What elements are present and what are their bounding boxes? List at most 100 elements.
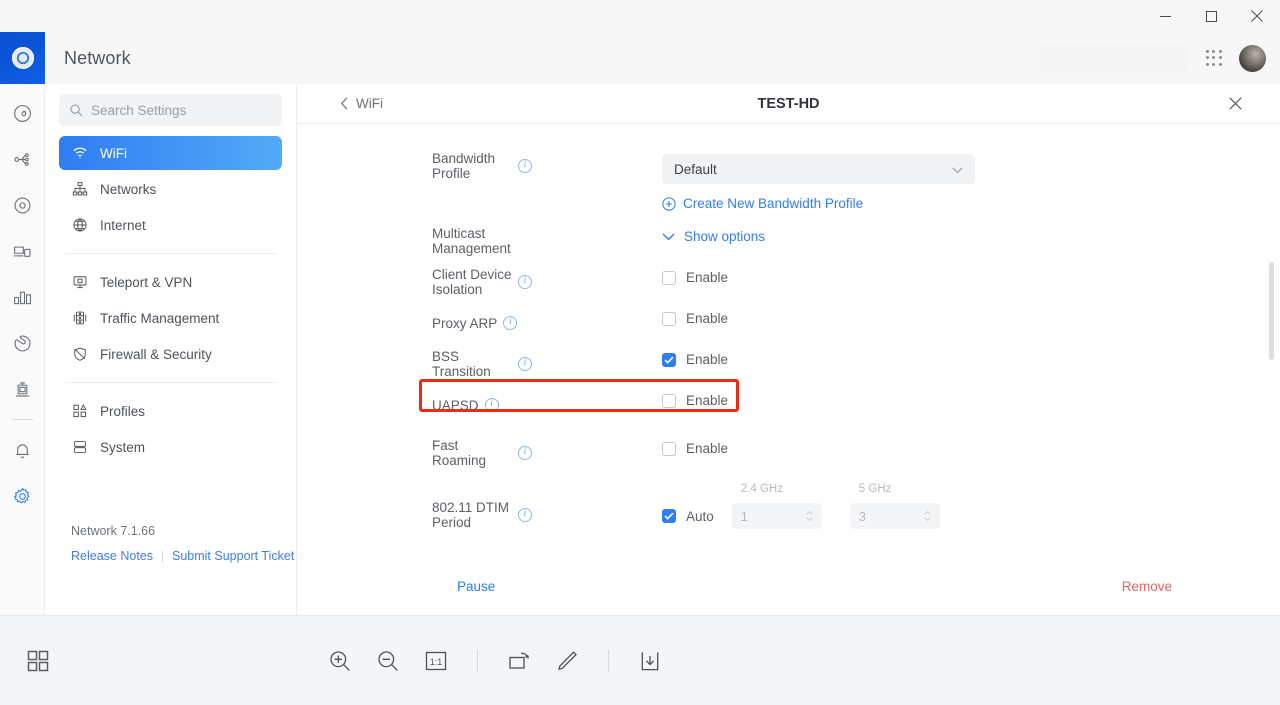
info-icon[interactable]: i (518, 357, 532, 371)
annotate-pencil-icon[interactable] (554, 648, 580, 674)
label-text: Multicast Management (432, 226, 511, 256)
svg-text:1:1: 1:1 (430, 656, 443, 666)
dtim-24ghz-value: 1 (740, 508, 749, 524)
shield-icon (71, 346, 88, 363)
header-search-input[interactable] (1039, 45, 1189, 71)
rail-icon-dashboard[interactable] (0, 90, 45, 136)
rotate-icon[interactable] (506, 648, 532, 674)
remove-button[interactable]: Remove (1122, 579, 1172, 594)
rail-icon-devices[interactable] (0, 182, 45, 228)
info-icon[interactable]: i (518, 508, 532, 522)
detail-title: TEST-HD (757, 95, 820, 112)
bottom-toolbar: 1:1 (0, 615, 1280, 705)
sidebar-item-profiles[interactable]: Profiles (59, 394, 282, 428)
rail-icon-settings[interactable] (0, 473, 45, 519)
uapsd-checkbox[interactable] (662, 393, 676, 408)
label-text: 802.11 DTIM Period (432, 500, 510, 530)
checkbox-label: Enable (686, 393, 729, 408)
chevron-down-icon (952, 162, 963, 177)
info-icon[interactable]: i (518, 446, 532, 460)
wifi-icon (71, 145, 88, 162)
rail-icon-insights[interactable] (0, 274, 45, 320)
window-titlebar (0, 0, 1280, 32)
bss-transition-checkbox[interactable] (662, 352, 676, 367)
actual-size-icon[interactable]: 1:1 (423, 648, 449, 674)
sidebar-item-firewall-security[interactable]: Firewall & Security (59, 337, 282, 371)
multicast-control: Show options (662, 229, 765, 244)
window-minimize-button[interactable] (1142, 0, 1188, 32)
submit-support-ticket-link[interactable]: Submit Support Ticket (172, 549, 294, 563)
release-notes-link[interactable]: Release Notes (71, 549, 153, 563)
zoom-out-icon[interactable] (375, 648, 401, 674)
sidebar-item-wifi[interactable]: WiFi (59, 136, 282, 170)
rail-icon-clients[interactable] (0, 228, 45, 274)
create-bandwidth-profile-link[interactable]: Create New Bandwidth Profile (662, 196, 863, 211)
unifi-logo-icon[interactable] (0, 32, 45, 84)
sidebar-item-internet[interactable]: Internet (59, 208, 282, 242)
dtim-24ghz-caption: 2.4 GHz (740, 483, 783, 495)
rail-icon-hotspot[interactable] (0, 366, 45, 412)
sidebar-item-label: Profiles (100, 403, 146, 419)
user-avatar[interactable] (1239, 44, 1266, 72)
fast-roaming-checkbox[interactable] (662, 441, 676, 456)
show-options-text: Show options (684, 229, 766, 244)
sidebar-item-system[interactable]: System (59, 430, 282, 464)
rail-icon-topology[interactable] (0, 136, 45, 182)
sidebar-item-label: Internet (100, 217, 146, 233)
window-close-button[interactable] (1234, 0, 1280, 32)
grid-view-icon[interactable] (26, 649, 50, 673)
save-download-icon[interactable] (637, 648, 663, 674)
bandwidth-profile-select[interactable]: Default (662, 154, 975, 184)
info-icon[interactable]: i (503, 316, 518, 330)
row-fast-roaming: Fast Roaming i Enable (297, 438, 1280, 468)
footer-links: Release Notes Submit Support Ticket (71, 549, 294, 563)
label-text: UAPSD (432, 397, 479, 413)
detail-scrollbar-thumb[interactable] (1269, 262, 1274, 360)
uapsd-label: UAPSD i (297, 393, 532, 417)
link-divider (162, 550, 163, 562)
info-icon[interactable]: i (518, 159, 532, 173)
stepper-arrows-icon[interactable] (924, 511, 931, 521)
networks-icon (71, 181, 88, 198)
bss-transition-control: Enable (662, 352, 728, 367)
dtim-5ghz-caption: 5 GHz (858, 483, 892, 495)
checkbox-label: Enable (686, 270, 729, 285)
settings-sidebar: Search Settings WiFi Networks Internet T… (45, 84, 297, 615)
create-link-text: Create New Bandwidth Profile (683, 196, 864, 211)
proxy-arp-checkbox[interactable] (662, 311, 676, 326)
row-uapsd: UAPSD i Enable (297, 393, 1280, 417)
bandwidth-profile-label: Bandwidth Profile i (297, 151, 532, 181)
row-dtim-period: 802.11 DTIM Period i Auto 2.4 GHz 1 5 GH… (297, 483, 1280, 530)
client-isolation-label: Client Device Isolation i (297, 267, 532, 297)
app-header: Network (45, 32, 1280, 84)
sidebar-item-label: Traffic Management (100, 310, 220, 326)
system-icon (71, 439, 88, 456)
show-options-link[interactable]: Show options (662, 229, 765, 244)
grid-apps-icon[interactable] (1203, 47, 1225, 69)
rail-icon-protect[interactable] (0, 320, 45, 366)
checkbox-label: Enable (686, 311, 729, 326)
close-icon[interactable] (1229, 97, 1242, 110)
dtim-5ghz-input[interactable]: 5 GHz 3 (849, 483, 940, 529)
search-settings-field[interactable]: Search Settings (59, 94, 282, 126)
info-icon[interactable]: i (518, 275, 532, 289)
wifi-settings-form: Bandwidth Profile i Default Create New B… (297, 124, 1280, 594)
dtim-24ghz-input[interactable]: 2.4 GHz 1 (731, 483, 822, 529)
version-label: Network 7.1.66 (71, 524, 156, 538)
info-icon[interactable]: i (484, 398, 499, 412)
row-bss-transition: BSS Transition i Enable (297, 349, 1280, 379)
client-isolation-checkbox[interactable] (662, 270, 676, 285)
sidebar-item-teleport-vpn[interactable]: Teleport & VPN (59, 265, 282, 299)
page-title: Network (64, 47, 131, 68)
zoom-in-icon[interactable] (327, 648, 353, 674)
fast-roaming-control: Enable (662, 441, 728, 456)
rail-icon-alerts[interactable] (0, 427, 45, 473)
dtim-auto-label: Auto (686, 508, 714, 524)
stepper-arrows-icon[interactable] (806, 511, 813, 521)
toolbar-tools: 1:1 (327, 648, 663, 674)
dtim-auto-checkbox[interactable] (662, 509, 676, 523)
sidebar-item-traffic-management[interactable]: Traffic Management (59, 301, 282, 335)
sidebar-item-networks[interactable]: Networks (59, 172, 282, 206)
pause-button[interactable]: Pause (457, 579, 495, 594)
window-maximize-button[interactable] (1188, 0, 1234, 32)
